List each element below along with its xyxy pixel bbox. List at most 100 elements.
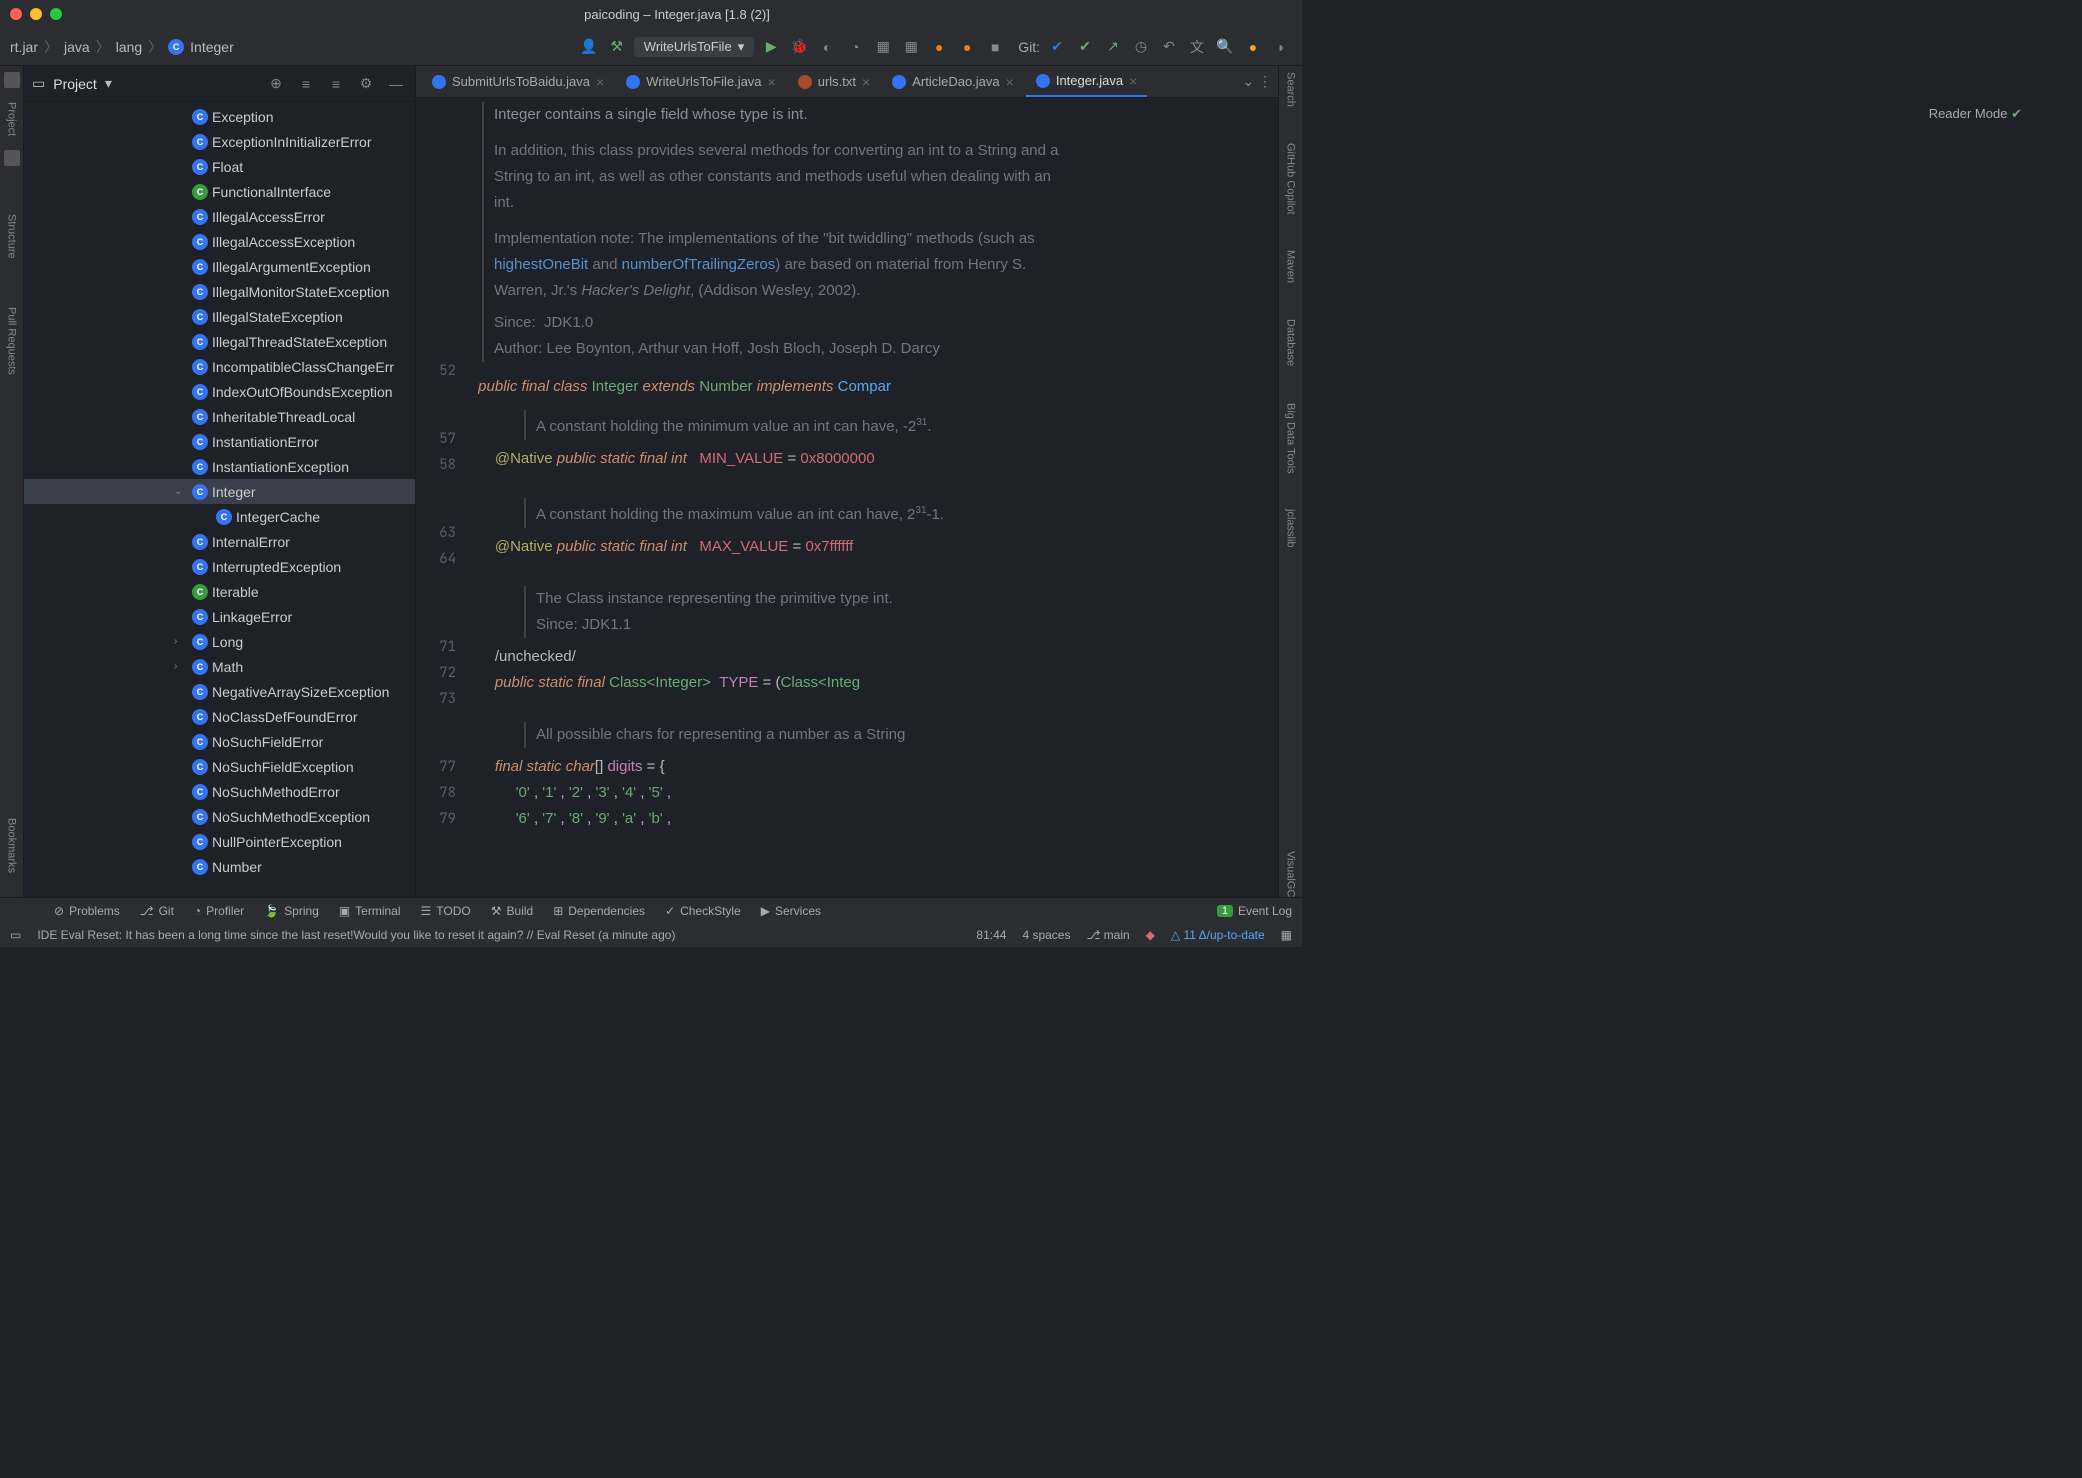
tree-item-nosuchmethodexception[interactable]: CNoSuchMethodException <box>24 804 415 829</box>
tree-item-inheritablethreadlocal[interactable]: CInheritableThreadLocal <box>24 404 415 429</box>
bc-2[interactable]: lang <box>116 39 142 55</box>
tree-item-math[interactable]: ›CMath <box>24 654 415 679</box>
strip-search[interactable]: Search <box>1285 72 1297 107</box>
bot-deps[interactable]: ⊞Dependencies <box>553 904 645 918</box>
strip-pull-requests[interactable]: Pull Requests <box>6 307 18 375</box>
project-strip-icon[interactable] <box>4 72 20 88</box>
breadcrumb[interactable]: rt.jar〉 java〉 lang〉 C Integer <box>10 37 234 57</box>
tree-item-float[interactable]: CFloat <box>24 154 415 179</box>
tree-item-exceptionininitializererror[interactable]: CExceptionInInitializerError <box>24 129 415 154</box>
tool3-icon[interactable]: ● <box>928 36 950 58</box>
tree-item-noclassdeffounderror[interactable]: CNoClassDefFoundError <box>24 704 415 729</box>
bot-profiler[interactable]: ◔Profiler <box>194 904 244 918</box>
minimize-icon[interactable] <box>30 8 42 20</box>
close-icon[interactable] <box>10 8 22 20</box>
tree-item-linkageerror[interactable]: CLinkageError <box>24 604 415 629</box>
tree-item-nosuchmethoderror[interactable]: CNoSuchMethodError <box>24 779 415 804</box>
strip-copilot[interactable]: GitHub Copilot <box>1285 143 1297 215</box>
bot-spring[interactable]: 🍃Spring <box>264 904 319 918</box>
avatar-icon[interactable]: ● <box>1242 36 1264 58</box>
tree-item-illegalargumentexception[interactable]: CIllegalArgumentException <box>24 254 415 279</box>
sidebar-title[interactable]: Project <box>53 76 97 92</box>
tab-submiturlstobaidu.java[interactable]: SubmitUrlsToBaidu.java× <box>422 67 614 97</box>
maximize-icon[interactable] <box>50 8 62 20</box>
bot-checkstyle[interactable]: ✓CheckStyle <box>665 904 741 918</box>
tree-item-number[interactable]: CNumber <box>24 854 415 879</box>
tree-item-nullpointerexception[interactable]: CNullPointerException <box>24 829 415 854</box>
debug-icon[interactable]: 🐞 <box>788 36 810 58</box>
bot-todo[interactable]: ☰TODO <box>421 904 471 918</box>
tree-item-instantiationerror[interactable]: CInstantiationError <box>24 429 415 454</box>
tree-item-incompatibleclasschangeerr[interactable]: CIncompatibleClassChangeErr <box>24 354 415 379</box>
close-icon[interactable]: × <box>862 74 870 90</box>
tab-writeurlstofile.java[interactable]: WriteUrlsToFile.java× <box>616 67 786 97</box>
bc-3[interactable]: Integer <box>190 39 234 55</box>
tree-item-long[interactable]: ›CLong <box>24 629 415 654</box>
bot-terminal[interactable]: ▣Terminal <box>339 904 401 918</box>
code-area[interactable]: 52 57 58 63 64 71 72 73 77 78 79 Integer… <box>416 98 1278 897</box>
folder-strip-icon[interactable] <box>4 150 20 166</box>
bc-0[interactable]: rt.jar <box>10 39 38 55</box>
close-icon[interactable]: × <box>768 74 776 90</box>
add-config-icon[interactable]: 👤 <box>578 36 600 58</box>
run-config-select[interactable]: WriteUrlsToFile ▾ <box>634 37 754 57</box>
tree-item-indexoutofboundsexception[interactable]: CIndexOutOfBoundsException <box>24 379 415 404</box>
tree-item-iterable[interactable]: CIterable <box>24 579 415 604</box>
strip-jclasslib[interactable]: jclasslib <box>1285 509 1297 548</box>
tree-item-exception[interactable]: CException <box>24 104 415 129</box>
tab-urls.txt[interactable]: urls.txt× <box>788 67 880 97</box>
tool2-icon[interactable]: ▦ <box>900 36 922 58</box>
strip-bigdata[interactable]: Big Data Tools <box>1285 403 1297 474</box>
tab-integer.java[interactable]: Integer.java× <box>1026 67 1147 97</box>
bc-1[interactable]: java <box>64 39 90 55</box>
close-icon[interactable]: × <box>596 74 604 90</box>
tree-item-negativearraysizeexception[interactable]: CNegativeArraySizeException <box>24 679 415 704</box>
target-icon[interactable]: ⊕ <box>265 73 287 95</box>
profile-icon[interactable]: ◔ <box>844 36 866 58</box>
link-numberoftrailingzeros[interactable]: numberOfTrailingZeros <box>622 256 776 273</box>
stop-icon[interactable]: ■ <box>984 36 1006 58</box>
bot-problems[interactable]: ⊘Problems <box>54 904 120 918</box>
git-push-icon[interactable]: ↗ <box>1102 36 1124 58</box>
tab-articledao.java[interactable]: ArticleDao.java× <box>882 67 1024 97</box>
status-pos[interactable]: 81:44 <box>976 928 1006 942</box>
editor-tabs[interactable]: SubmitUrlsToBaidu.java×WriteUrlsToFile.j… <box>416 66 1278 98</box>
sidebar-view-icon[interactable]: ▭ <box>32 75 45 92</box>
run-icon[interactable]: ▶ <box>760 36 782 58</box>
bot-git[interactable]: ⎇Git <box>140 904 174 918</box>
reader-mode-label[interactable]: Reader Mode ✔ <box>1929 106 2022 122</box>
status-warn-icon[interactable]: ◆ <box>1146 928 1155 942</box>
rollback-icon[interactable]: ↶ <box>1158 36 1180 58</box>
tool1-icon[interactable]: ▦ <box>872 36 894 58</box>
tree-item-functionalinterface[interactable]: CFunctionalInterface <box>24 179 415 204</box>
search-icon[interactable]: 🔍 <box>1214 36 1236 58</box>
collapse-icon[interactable]: ≡ <box>325 73 347 95</box>
status-branch[interactable]: ⎇ main <box>1086 928 1129 942</box>
tree-item-internalerror[interactable]: CInternalError <box>24 529 415 554</box>
tree-item-illegalmonitorstateexception[interactable]: CIllegalMonitorStateException <box>24 279 415 304</box>
tree-item-interruptedexception[interactable]: CInterruptedException <box>24 554 415 579</box>
strip-bookmarks[interactable]: Bookmarks <box>6 818 18 873</box>
coverage-icon[interactable]: ◐ <box>816 36 838 58</box>
tree-item-illegalthreadstateexception[interactable]: CIllegalThreadStateException <box>24 329 415 354</box>
status-ms-icon[interactable]: ▦ <box>1281 928 1292 942</box>
tree-item-nosuchfieldexception[interactable]: CNoSuchFieldException <box>24 754 415 779</box>
git-update-icon[interactable]: ✔ <box>1046 36 1068 58</box>
tree-item-integercache[interactable]: CIntegerCache <box>24 504 415 529</box>
chevron-down-icon[interactable]: ▾ <box>105 75 112 92</box>
event-log[interactable]: 1Event Log <box>1217 904 1292 918</box>
tree-item-illegalstateexception[interactable]: CIllegalStateException <box>24 304 415 329</box>
close-icon[interactable]: × <box>1129 73 1137 89</box>
jb-icon[interactable]: ◗ <box>1270 36 1292 58</box>
window-controls[interactable] <box>10 8 62 20</box>
status-icon[interactable]: ▭ <box>10 928 21 942</box>
history-icon[interactable]: ◷ <box>1130 36 1152 58</box>
tool4-icon[interactable]: ● <box>956 36 978 58</box>
tree-item-instantiationexception[interactable]: CInstantiationException <box>24 454 415 479</box>
code-content[interactable]: Integer contains a single field whose ty… <box>474 98 1278 897</box>
tree-item-illegalaccesserror[interactable]: CIllegalAccessError <box>24 204 415 229</box>
tree-item-nosuchfielderror[interactable]: CNoSuchFieldError <box>24 729 415 754</box>
status-indent[interactable]: 4 spaces <box>1022 928 1070 942</box>
git-commit-icon[interactable]: ✔ <box>1074 36 1096 58</box>
expand-icon[interactable]: ≡ <box>295 73 317 95</box>
